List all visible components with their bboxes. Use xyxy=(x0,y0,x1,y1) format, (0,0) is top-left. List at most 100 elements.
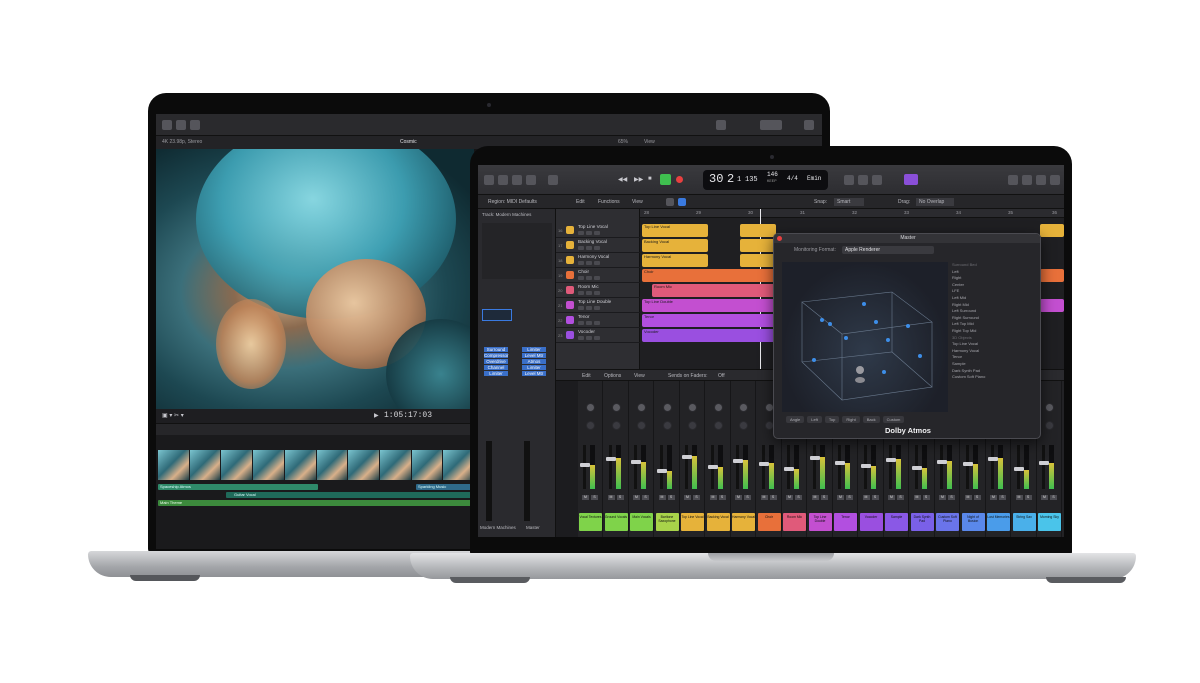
track-header[interactable]: 18 Harmony Vocal xyxy=(556,253,640,268)
volume-fader[interactable] xyxy=(965,445,969,489)
record-icon[interactable] xyxy=(676,176,683,183)
solo-button[interactable]: S xyxy=(973,495,981,500)
rewind-icon[interactable]: ◀◀ xyxy=(618,176,627,183)
region[interactable] xyxy=(1040,299,1064,312)
atmos-panel[interactable]: Master Monitoring Format: Apple Renderer xyxy=(773,233,1041,439)
fader-cap[interactable] xyxy=(886,458,896,462)
solo-button[interactable]: S xyxy=(999,495,1006,500)
mute-button[interactable]: M xyxy=(658,495,666,500)
plugin-slot[interactable]: Level Mtr xyxy=(522,353,546,358)
solo-button[interactable]: S xyxy=(744,495,751,500)
view-tab[interactable]: Top xyxy=(824,416,840,423)
mute-button[interactable]: M xyxy=(990,495,997,500)
speaker-item[interactable]: LFE xyxy=(952,288,1038,295)
view-tab[interactable]: Left xyxy=(807,416,822,423)
audio-lane[interactable] xyxy=(158,500,474,506)
library-icon[interactable] xyxy=(484,175,494,185)
volume-fader[interactable] xyxy=(659,445,663,489)
channel-strip[interactable]: M S Backing Vocal xyxy=(706,381,731,537)
pan-knob[interactable] xyxy=(739,421,748,430)
send-knob[interactable] xyxy=(637,403,646,412)
volume-fader[interactable] xyxy=(838,445,841,489)
fader-cap[interactable] xyxy=(962,462,973,466)
send-knob[interactable] xyxy=(713,403,723,412)
speaker-item[interactable]: Right Surround xyxy=(952,315,1038,322)
video-filmstrip[interactable] xyxy=(158,450,475,480)
speaker-item[interactable]: Surround Bed xyxy=(952,262,1038,269)
share-icon[interactable] xyxy=(716,120,726,130)
track-header[interactable]: 16 Top Line Vocal xyxy=(556,223,640,238)
region[interactable]: Vocoder xyxy=(642,329,780,342)
volume-fader[interactable] xyxy=(991,445,994,489)
view-tab[interactable]: Angle xyxy=(786,416,805,423)
fader-cap[interactable] xyxy=(911,466,922,470)
pan-knob[interactable] xyxy=(637,421,646,430)
object-dot[interactable] xyxy=(906,324,910,328)
video-viewer[interactable] xyxy=(156,149,474,409)
mute-button[interactable]: M xyxy=(633,495,640,500)
key-icon[interactable] xyxy=(176,120,186,130)
mute-button[interactable]: M xyxy=(582,495,589,500)
surround-room-view[interactable] xyxy=(782,262,948,412)
fader-cap[interactable] xyxy=(707,465,718,469)
volume-fader[interactable] xyxy=(1042,445,1045,489)
edit-menu[interactable]: Edit xyxy=(576,195,585,209)
mute-button[interactable]: M xyxy=(709,495,717,500)
mute-button[interactable]: M xyxy=(939,495,946,500)
send-knob[interactable] xyxy=(739,403,748,412)
speaker-item[interactable]: Left xyxy=(952,269,1038,276)
monitoring-format-select[interactable]: Apple Renderer xyxy=(842,246,934,254)
volume-fader[interactable] xyxy=(761,445,765,489)
eq-thumbnail[interactable] xyxy=(482,309,512,321)
region[interactable]: Choir xyxy=(642,269,780,282)
solo-button[interactable]: S xyxy=(616,495,624,500)
send-knob[interactable] xyxy=(586,403,595,412)
view-menu[interactable]: View xyxy=(632,195,643,209)
count-in-icon[interactable] xyxy=(872,175,882,185)
mute-button[interactable]: M xyxy=(862,495,870,500)
mute-button[interactable]: M xyxy=(888,495,895,500)
solo-button[interactable]: S xyxy=(1050,495,1057,500)
mute-button[interactable]: M xyxy=(1041,495,1048,500)
speaker-item[interactable]: Dark Synth Pad xyxy=(952,368,1038,375)
channel-strip[interactable]: M S Top Line Vocal xyxy=(680,381,705,537)
pan-knob[interactable] xyxy=(688,421,697,430)
solo-button[interactable]: S xyxy=(591,495,598,500)
object-dot[interactable] xyxy=(812,358,816,362)
fader-cap[interactable] xyxy=(580,463,590,467)
fader-cap[interactable] xyxy=(988,457,998,461)
help-icon[interactable] xyxy=(498,175,508,185)
speaker-item[interactable]: Center xyxy=(952,282,1038,289)
region[interactable]: Room Mic xyxy=(652,284,780,297)
fader-cap[interactable] xyxy=(1039,461,1049,465)
send-knob[interactable] xyxy=(688,403,697,412)
view-tab[interactable]: Custom xyxy=(882,416,905,423)
region[interactable] xyxy=(1040,269,1064,282)
fader-cap[interactable] xyxy=(758,462,769,466)
volume-fader[interactable] xyxy=(583,445,586,489)
notes-icon[interactable] xyxy=(1022,175,1032,185)
mute-button[interactable]: M xyxy=(684,495,691,500)
solo-button[interactable]: S xyxy=(1024,495,1032,500)
object-dot[interactable] xyxy=(918,354,922,358)
mute-button[interactable]: M xyxy=(607,495,615,500)
object-dot[interactable] xyxy=(874,320,878,324)
fader-cap[interactable] xyxy=(1013,467,1024,471)
speaker-item[interactable]: Harmony Vocal xyxy=(952,348,1038,355)
forward-icon[interactable]: ▶▶ xyxy=(634,176,643,183)
volume-fader[interactable] xyxy=(685,445,688,489)
fader-cap[interactable] xyxy=(733,459,743,463)
region-label[interactable]: Region: MIDI Defaults xyxy=(488,195,537,209)
region[interactable] xyxy=(740,239,776,252)
fader-cap[interactable] xyxy=(656,469,667,473)
browser-icon[interactable] xyxy=(1050,175,1060,185)
track-header[interactable]: 17 Backing Vocal xyxy=(556,238,640,253)
pointer-tool-icon[interactable] xyxy=(666,198,674,206)
channel-strip[interactable]: M S Harmony Vocal xyxy=(731,381,756,537)
volume-fader[interactable] xyxy=(812,445,816,489)
volume-fader[interactable] xyxy=(940,445,943,489)
region[interactable] xyxy=(1040,224,1064,237)
list-editors-icon[interactable] xyxy=(1008,175,1018,185)
speaker-item[interactable]: Right xyxy=(952,275,1038,282)
mixer-icon[interactable] xyxy=(548,175,558,185)
